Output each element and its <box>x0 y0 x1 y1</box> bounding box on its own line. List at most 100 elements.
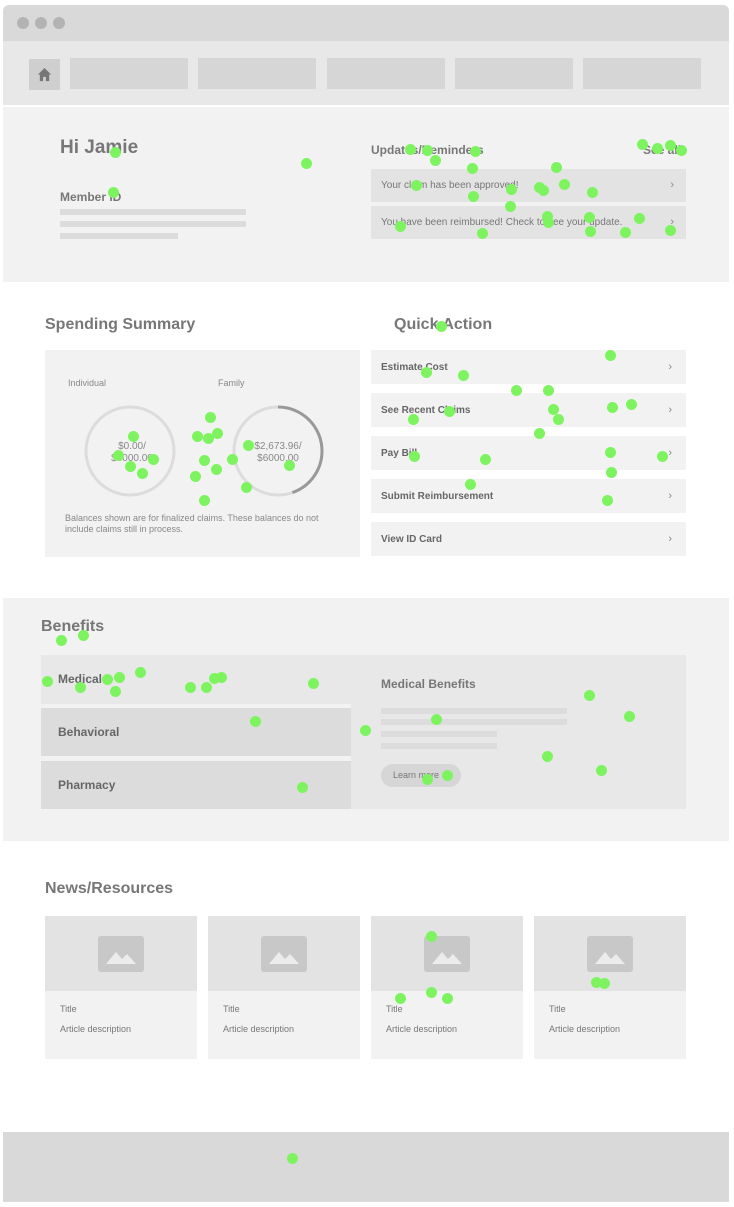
family-amount: $2,673.96/ <box>254 441 302 452</box>
quick-action-submit-reimbursement[interactable]: Submit Reimbursement › <box>371 479 686 513</box>
home-button[interactable] <box>29 59 60 90</box>
gaze-point-marker <box>426 987 437 998</box>
nav-tab-2[interactable] <box>198 58 316 89</box>
browser-title-bar <box>3 5 729 41</box>
gaze-point-marker <box>584 690 595 701</box>
article-image <box>371 916 523 991</box>
gaze-point-marker <box>477 228 488 239</box>
gaze-point-marker <box>542 751 553 762</box>
gaze-point-marker <box>250 716 261 727</box>
individual-amount: $0.00/ <box>118 441 146 452</box>
gaze-point-marker <box>422 145 433 156</box>
gaze-point-marker <box>665 225 676 236</box>
gaze-point-marker <box>125 461 136 472</box>
news-card[interactable]: Title Article description <box>45 916 197 1059</box>
window-maximize-dot[interactable] <box>53 17 65 29</box>
gaze-point-marker <box>637 139 648 150</box>
gaze-point-marker <box>405 144 416 155</box>
gaze-point-marker <box>216 672 227 683</box>
nav-tab-4[interactable] <box>455 58 573 89</box>
spending-summary-heading: Spending Summary <box>45 316 196 333</box>
gaze-point-marker <box>606 467 617 478</box>
gaze-point-marker <box>511 385 522 396</box>
gaze-point-marker <box>431 714 442 725</box>
gaze-point-marker <box>190 471 201 482</box>
article-description: Article description <box>223 1024 295 1034</box>
chevron-right-icon: › <box>668 361 672 373</box>
window-minimize-dot[interactable] <box>35 17 47 29</box>
gaze-point-marker <box>442 770 453 781</box>
gaze-point-marker <box>135 667 146 678</box>
article-image <box>208 916 360 991</box>
gaze-point-marker <box>543 217 554 228</box>
quick-action-label: Submit Reimbursement <box>381 491 494 502</box>
news-card[interactable]: Title Article description <box>534 916 686 1059</box>
gaze-point-marker <box>199 495 210 506</box>
gaze-point-marker <box>553 414 564 425</box>
quick-action-view-id-card[interactable]: View ID Card › <box>371 522 686 556</box>
article-title: Title <box>549 1004 566 1014</box>
gaze-point-marker <box>360 725 371 736</box>
benefits-tab-label: Pharmacy <box>58 778 116 792</box>
balance-note: Balances shown are for finalized claims.… <box>65 513 319 534</box>
benefits-tab-behavioral[interactable]: Behavioral <box>41 708 351 756</box>
quick-action-estimate-cost[interactable]: Estimate Cost › <box>371 350 686 384</box>
nav-tab-1[interactable] <box>70 58 188 89</box>
page-footer <box>3 1132 729 1202</box>
gaze-point-marker <box>297 782 308 793</box>
article-description: Article description <box>60 1024 132 1034</box>
update-item-text: Your claim has been approved! <box>381 180 519 191</box>
gaze-point-marker <box>605 350 616 361</box>
gaze-point-marker <box>444 406 455 417</box>
gaze-point-marker <box>185 682 196 693</box>
gaze-point-marker <box>470 146 481 157</box>
nav-tab-3[interactable] <box>327 58 445 89</box>
gaze-point-marker <box>585 226 596 237</box>
chevron-right-icon: › <box>668 490 672 502</box>
window-close-dot[interactable] <box>17 17 29 29</box>
chevron-right-icon: › <box>668 447 672 459</box>
benefits-tab-medical[interactable]: Medical <box>41 655 351 704</box>
gaze-point-marker <box>148 454 159 465</box>
gaze-point-marker <box>78 630 89 641</box>
article-description: Article description <box>386 1024 458 1034</box>
gaze-point-marker <box>212 428 223 439</box>
benefits-section: Benefits Medical Behavioral Pharmacy Med… <box>3 598 729 841</box>
gaze-point-marker <box>114 672 125 683</box>
nav-tab-5[interactable] <box>583 58 701 89</box>
gaze-point-marker <box>426 931 437 942</box>
gaze-point-marker <box>211 464 222 475</box>
gaze-point-marker <box>458 370 469 381</box>
chevron-right-icon: › <box>668 533 672 545</box>
member-id-placeholder-line <box>60 233 178 239</box>
gaze-point-marker <box>308 678 319 689</box>
gaze-point-marker <box>110 147 121 158</box>
article-description: Article description <box>549 1024 621 1034</box>
gaze-point-marker <box>620 227 631 238</box>
gaze-point-marker <box>538 185 549 196</box>
news-card[interactable]: Title Article description <box>208 916 360 1059</box>
gaze-point-marker <box>108 187 119 198</box>
gaze-point-marker <box>607 402 618 413</box>
gaze-point-marker <box>465 479 476 490</box>
gaze-point-marker <box>505 201 516 212</box>
news-resources-heading: News/Resources <box>45 880 174 897</box>
gaze-point-marker <box>442 993 453 1004</box>
quick-action-label: View ID Card <box>381 534 442 545</box>
gaze-point-marker <box>287 1153 298 1164</box>
top-navigation <box>3 41 729 105</box>
gaze-point-marker <box>395 993 406 1004</box>
gaze-point-marker <box>506 184 517 195</box>
gaze-point-marker <box>551 162 562 173</box>
article-image <box>534 916 686 991</box>
medical-benefits-panel: Medical Benefits Learn more <box>351 655 686 809</box>
gaze-point-marker <box>201 682 212 693</box>
gaze-point-marker <box>192 431 203 442</box>
article-title: Title <box>223 1004 240 1014</box>
gaze-point-marker <box>284 460 295 471</box>
gaze-point-marker <box>75 682 86 693</box>
benefits-placeholder-line <box>381 708 567 714</box>
news-card[interactable]: Title Article description <box>371 916 523 1059</box>
article-image <box>45 916 197 991</box>
gaze-point-marker <box>634 213 645 224</box>
